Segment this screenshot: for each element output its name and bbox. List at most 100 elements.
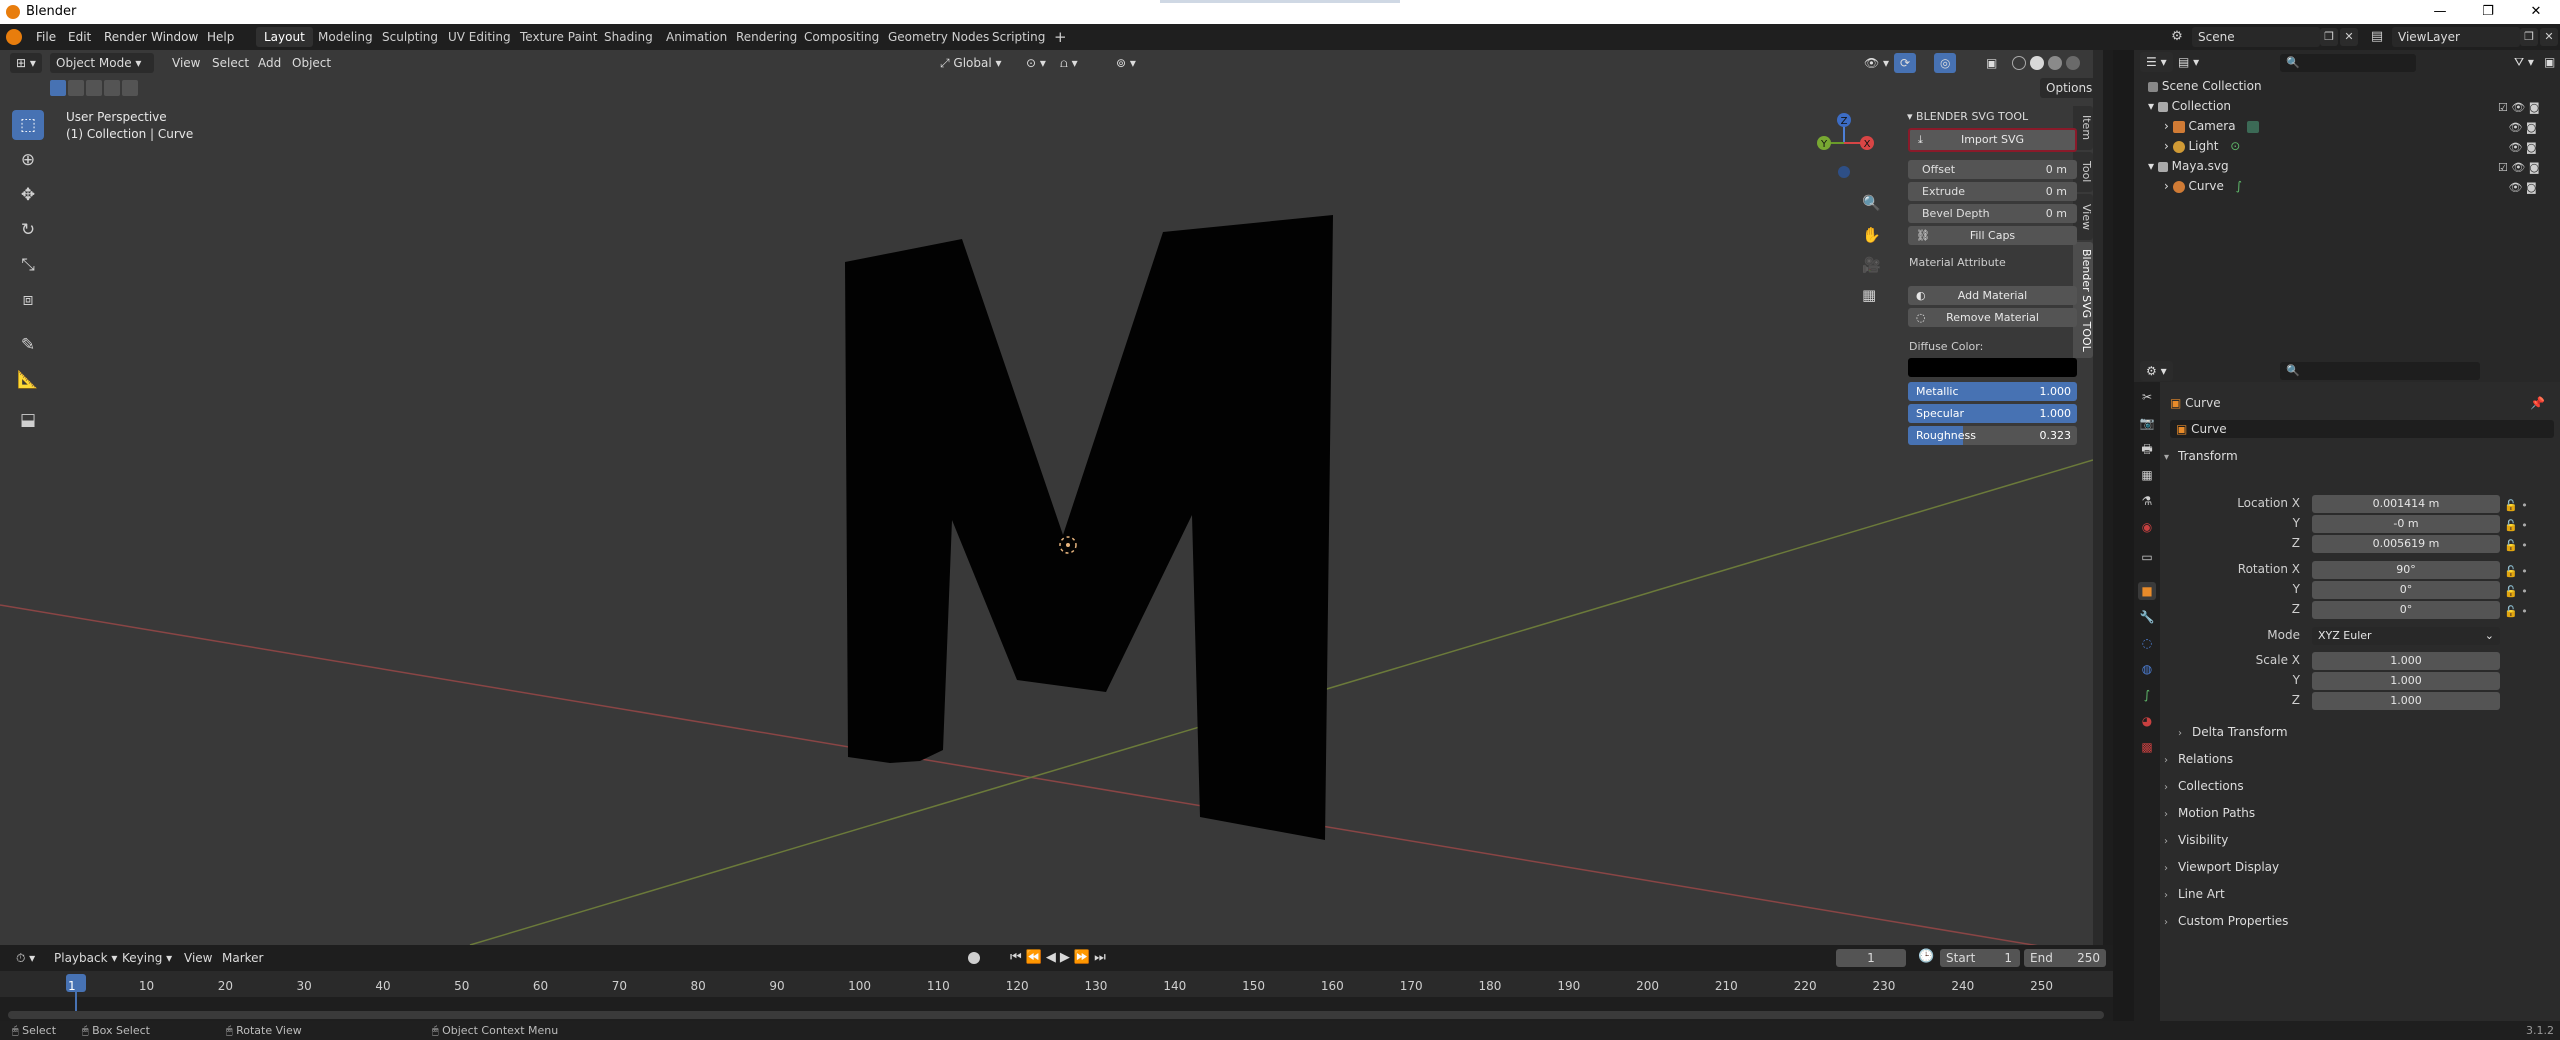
delta-transform-section[interactable]: › Delta Transform <box>2178 720 2554 744</box>
scene-tab-icon[interactable]: ⚗ <box>2138 492 2156 510</box>
lock-icon[interactable]: 🔓 • <box>2504 516 2554 536</box>
lock-icon[interactable]: 🔓 • <box>2504 536 2554 556</box>
playback-controls[interactable]: ⏮⏪◀▶⏩⏭ <box>1010 950 1110 965</box>
row-toggles[interactable]: ☑ 👁 ◙ <box>2498 98 2558 118</box>
light-data-icon[interactable]: ⊙ <box>2230 139 2240 153</box>
material-tab-icon[interactable]: ◕ <box>2138 712 2156 730</box>
view-layer-tab-icon[interactable]: ▦ <box>2138 466 2156 484</box>
pivot-icon[interactable]: ⊙ ▾ <box>1020 53 1052 73</box>
end-frame-field[interactable]: End 250 <box>2024 949 2106 967</box>
rotation-mode-dropdown[interactable]: XYZ Euler ⌄ <box>2312 627 2500 645</box>
location-z-field[interactable]: 0.005619 m <box>2312 535 2500 553</box>
record-icon[interactable] <box>968 952 980 964</box>
motion-paths-section[interactable]: › Motion Paths <box>2164 801 2554 825</box>
location-x-field[interactable]: 0.001414 m <box>2312 495 2500 513</box>
visibility-section[interactable]: › Visibility <box>2164 828 2554 852</box>
select-invert-icon[interactable] <box>104 80 120 96</box>
lock-icon[interactable]: 🔓 • <box>2504 602 2554 622</box>
select-intersect-icon[interactable] <box>122 80 138 96</box>
import-svg-button[interactable]: ⤓ Import SVG <box>1908 128 2077 152</box>
ortho-grid-icon[interactable]: ▦ <box>1862 286 1876 304</box>
tab-texture-paint[interactable]: Texture Paint <box>512 27 605 47</box>
scale-y-field[interactable]: 1.000 <box>2312 672 2500 690</box>
rotate-tool-icon[interactable]: ↻ <box>12 215 44 245</box>
blender-menu-icon[interactable] <box>6 29 22 45</box>
object-tab-icon[interactable]: ■ <box>2138 582 2156 600</box>
tab-uv-editing[interactable]: UV Editing <box>440 27 519 47</box>
scene-icon[interactable]: ⚙ <box>2166 27 2188 47</box>
editor-type-button[interactable]: ⊞ ▾ <box>10 53 42 73</box>
object-name-field[interactable]: ▣ Curve <box>2170 420 2554 438</box>
gizmo-toggle-icon[interactable]: ⟳ <box>1894 53 1917 73</box>
tab-geometry-nodes[interactable]: Geometry Nodes <box>880 27 997 47</box>
outliner-editor[interactable]: ☰ ▾ ▤ ▾ 🔍 ⛛ ▾ ▣ Scene Collection ▾ Colle… <box>2134 50 2560 360</box>
proportional-edit-icon[interactable]: ⊚ ▾ <box>1110 53 1142 73</box>
delete-view-layer-icon[interactable]: ✕ <box>2540 28 2558 46</box>
collection-tab-icon[interactable]: ▭ <box>2138 548 2156 566</box>
bevel-depth-field[interactable]: Bevel Depth 0 m <box>1908 204 2077 223</box>
outliner-editor-type[interactable]: ☰ ▾ <box>2140 52 2173 72</box>
menu-view[interactable]: View <box>166 53 206 73</box>
outliner-row-collection[interactable]: ▾ Collection <box>2134 96 2560 116</box>
world-tab-icon[interactable]: ◉ <box>2138 518 2156 536</box>
tab-compositing[interactable]: Compositing <box>796 27 887 47</box>
outliner-row-light[interactable]: › Light ⊙ <box>2134 136 2560 156</box>
letter-m-mesh[interactable] <box>845 215 1333 840</box>
select-extend-icon[interactable] <box>68 80 84 96</box>
rotation-y-field[interactable]: 0° <box>2312 581 2500 599</box>
roughness-slider[interactable]: Roughness 0.323 <box>1908 426 2077 445</box>
lock-icon[interactable]: 🔓 • <box>2504 562 2554 582</box>
texture-tab-icon[interactable]: ▩ <box>2138 738 2156 756</box>
measure-tool-icon[interactable]: 📐 <box>12 365 44 395</box>
maximize-button[interactable]: ❐ <box>2468 2 2508 22</box>
row-toggles[interactable]: 👁 ◙ <box>2498 118 2558 138</box>
menu-render[interactable]: Render <box>100 28 151 46</box>
view-layer-icon[interactable]: ▤ <box>2366 27 2388 47</box>
tab-layout[interactable]: Layout <box>256 27 313 47</box>
gizmo-neg-z[interactable] <box>1838 166 1850 178</box>
timeline-editor[interactable]: ⏱ ▾ Playback ▾ Keying ▾ View Marker ⏮⏪◀▶… <box>0 945 2113 1025</box>
transform-section-header[interactable]: ▾ Transform <box>2164 444 2554 468</box>
xray-icon[interactable]: ▣ <box>1980 53 2003 73</box>
solid-shading-icon[interactable] <box>2030 56 2044 70</box>
timeline-menu-marker[interactable]: Marker <box>216 948 269 968</box>
transform-tool-icon[interactable]: ⧈ <box>12 285 44 315</box>
curve-data-tab-icon[interactable]: ∫ <box>2138 686 2156 704</box>
tab-shading[interactable]: Shading <box>596 27 661 47</box>
properties-editor-type[interactable]: ⚙ ▾ <box>2140 361 2173 381</box>
add-cube-tool-icon[interactable]: ⬓ <box>12 405 44 435</box>
minimize-button[interactable]: — <box>2420 2 2460 22</box>
scale-tool-icon[interactable]: ⤡ <box>12 250 44 280</box>
extrude-field[interactable]: Extrude 0 m <box>1908 182 2077 201</box>
scale-z-field[interactable]: 1.000 <box>2312 692 2500 710</box>
tab-scripting[interactable]: Scripting <box>984 27 1053 47</box>
navigation-gizmo[interactable]: Z X Y <box>1810 110 1880 190</box>
curve-data-icon[interactable]: ∫ <box>2236 179 2242 193</box>
row-toggles[interactable]: ☑ 👁 ◙ <box>2498 158 2558 178</box>
rendered-shading-icon[interactable] <box>2066 56 2080 70</box>
viewport-display-section[interactable]: › Viewport Display <box>2164 855 2554 879</box>
timeline-menu-keying[interactable]: Keying ▾ <box>116 948 178 968</box>
add-workspace-icon[interactable]: + <box>1046 27 1075 47</box>
panel-header[interactable]: ▾ BLENDER SVG TOOL <box>1907 110 2028 123</box>
options-dropdown[interactable]: Options ▾ <box>2040 78 2093 98</box>
zoom-icon[interactable]: 🔍 <box>1862 194 1881 212</box>
close-button[interactable]: ✕ <box>2516 2 2556 22</box>
fill-caps-button[interactable]: ⛓ Fill Caps <box>1908 226 2077 245</box>
tab-sculpting[interactable]: Sculpting <box>374 27 446 47</box>
menu-file[interactable]: File <box>32 28 60 46</box>
annotate-tool-icon[interactable]: ✎ <box>12 330 44 360</box>
pin-icon[interactable]: 📌 <box>2530 396 2545 410</box>
cursor-tool-icon[interactable]: ⊕ <box>12 145 44 175</box>
row-toggles[interactable]: 👁 ◙ <box>2498 178 2558 198</box>
location-y-field[interactable]: -0 m <box>2312 515 2500 533</box>
lock-icon[interactable]: 🔓 • <box>2504 582 2554 602</box>
menu-select[interactable]: Select <box>206 53 255 73</box>
mode-dropdown[interactable]: Object Mode ▾ <box>50 53 154 73</box>
filter-icon[interactable]: ⛛ ▾ <box>2508 52 2540 72</box>
diffuse-color-swatch[interactable] <box>1908 358 2077 377</box>
new-view-layer-icon[interactable]: ❐ <box>2520 28 2538 46</box>
camera-data-icon[interactable] <box>2247 120 2260 133</box>
outliner-row-maya-svg[interactable]: ▾ Maya.svg <box>2134 156 2560 176</box>
timeline-menu-view[interactable]: View <box>178 948 218 968</box>
